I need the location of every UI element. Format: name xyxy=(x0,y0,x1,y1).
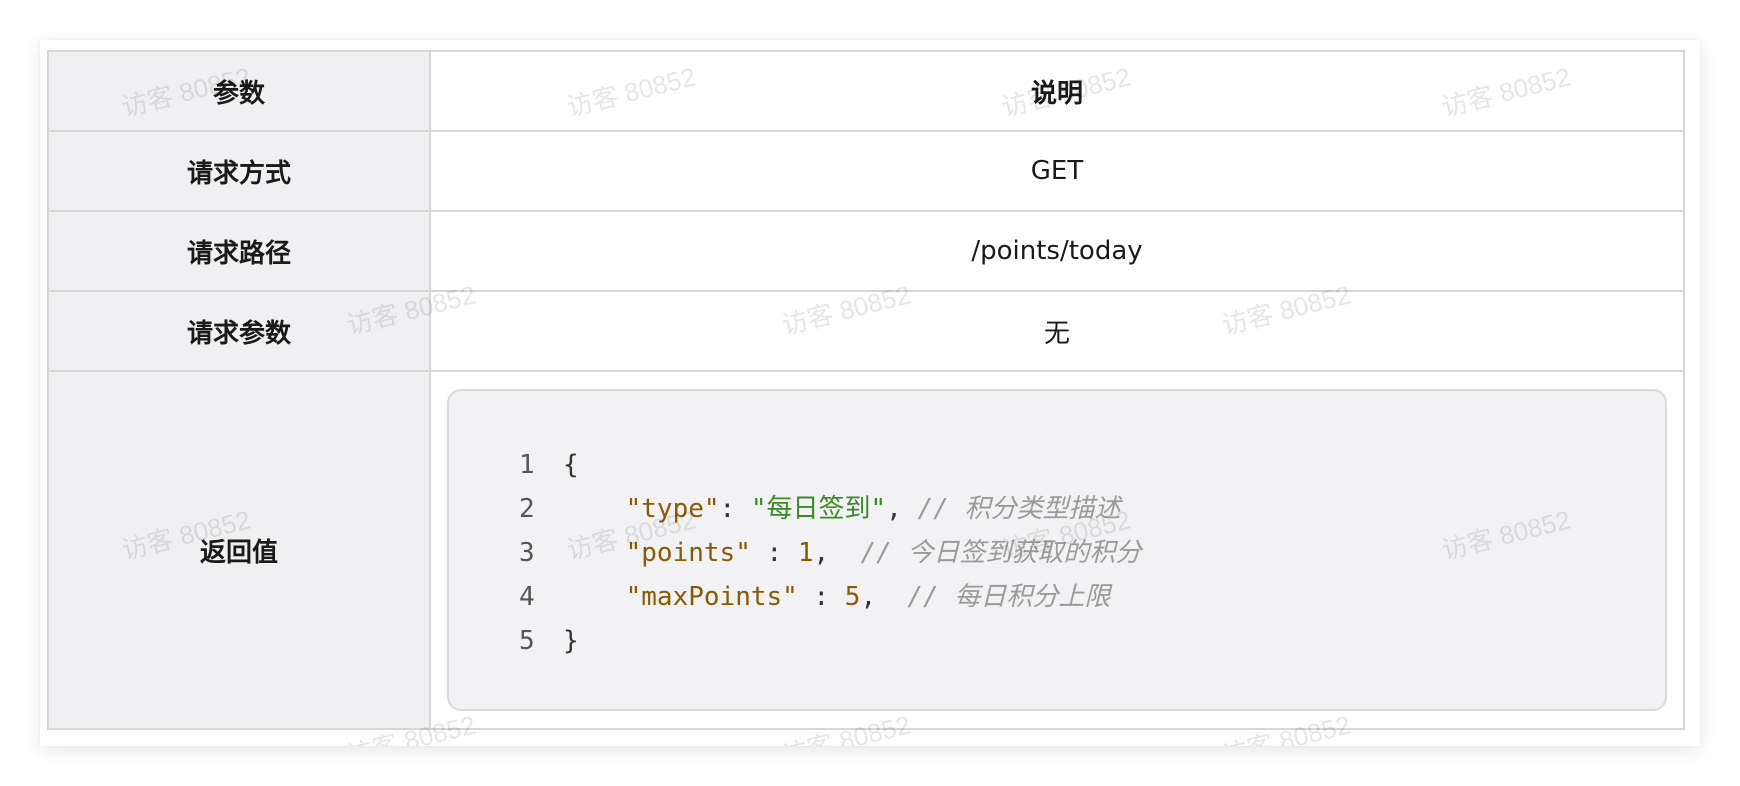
json-comment: // 积分类型描述 xyxy=(917,494,1121,524)
row-value-params: 无 xyxy=(429,290,1685,372)
json-comment: // 今日签到获取的积分 xyxy=(860,538,1142,568)
api-parameter-table: 参数 说明 请求方式 GET 请求路径 /points/today 请求参数 无… xyxy=(47,50,1685,730)
row-value-return: 1{2 "type": "每日签到", // 积分类型描述 3 "points" … xyxy=(429,370,1685,730)
header-param-cell: 参数 xyxy=(47,50,431,132)
table-header-row: 参数 说明 xyxy=(47,50,1685,132)
json-tail: , xyxy=(860,582,908,612)
json-sep: : xyxy=(750,538,798,568)
table-row: 请求参数 无 xyxy=(47,290,1685,372)
row-key-params: 请求参数 xyxy=(47,290,431,372)
brace-close: } xyxy=(563,626,579,656)
json-sep: : xyxy=(797,582,845,612)
line-number: 3 xyxy=(519,538,535,568)
code-block: 1{2 "type": "每日签到", // 积分类型描述 3 "points" … xyxy=(447,389,1667,711)
table-row: 请求方式 GET xyxy=(47,130,1685,212)
code-line-4: 4 "maxPoints" : 5, // 每日积分上限 xyxy=(519,575,1141,619)
api-doc-card: 参数 说明 请求方式 GET 请求路径 /points/today 请求参数 无… xyxy=(40,40,1700,746)
line-number: 4 xyxy=(519,582,535,612)
table-row: 请求路径 /points/today xyxy=(47,210,1685,292)
json-key: "points" xyxy=(625,538,751,568)
json-sep: : xyxy=(719,494,751,524)
json-key: "type" xyxy=(625,494,720,524)
code-line-2: 2 "type": "每日签到", // 积分类型描述 xyxy=(519,487,1141,531)
json-comment: // 每日积分上限 xyxy=(907,582,1111,612)
code-content: 1{2 "type": "每日签到", // 积分类型描述 3 "points" … xyxy=(519,443,1141,663)
line-number: 5 xyxy=(519,626,535,656)
json-value: 5 xyxy=(844,582,861,612)
json-value: 1 xyxy=(797,538,814,568)
json-value: "每日签到" xyxy=(750,494,887,524)
line-number: 2 xyxy=(519,494,535,524)
row-value-method: GET xyxy=(429,130,1685,212)
row-value-path: /points/today xyxy=(429,210,1685,292)
line-number: 1 xyxy=(519,450,535,480)
header-desc-cell: 说明 xyxy=(429,50,1685,132)
row-key-path: 请求路径 xyxy=(47,210,431,292)
brace-open: { xyxy=(563,450,579,480)
code-line-3: 3 "points" : 1, // 今日签到获取的积分 xyxy=(519,531,1141,575)
code-line-1: 1{ xyxy=(519,443,1141,487)
row-key-method: 请求方式 xyxy=(47,130,431,212)
json-key: "maxPoints" xyxy=(625,582,798,612)
json-tail: , xyxy=(886,494,918,524)
table-row-return: 返回值 1{2 "type": "每日签到", // 积分类型描述 3 "poin… xyxy=(47,370,1685,730)
code-line-5: 5} xyxy=(519,619,1141,663)
row-key-return: 返回值 xyxy=(47,370,431,730)
json-tail: , xyxy=(813,538,861,568)
